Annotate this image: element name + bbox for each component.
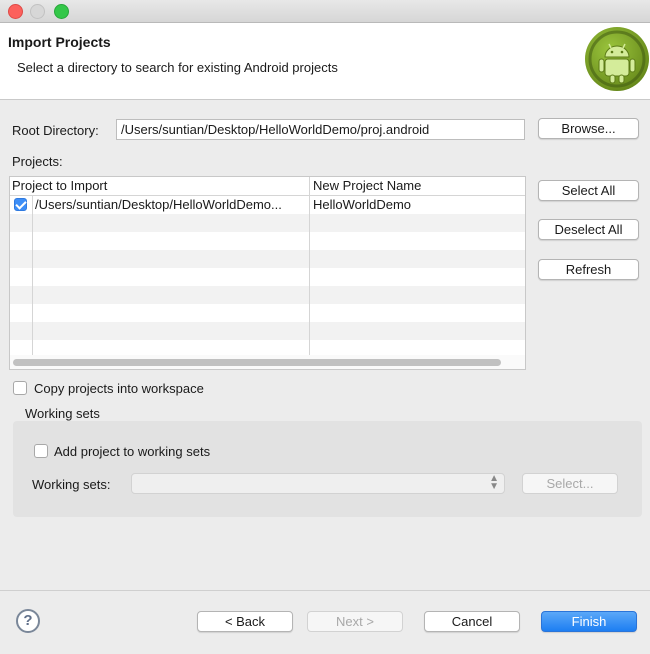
working-sets-combo: ▲ ▼ xyxy=(131,473,505,494)
minimize-window-button[interactable] xyxy=(30,4,45,19)
add-to-working-sets-label[interactable]: Add project to working sets xyxy=(54,444,210,459)
column-project-to-import[interactable]: Project to Import xyxy=(12,178,107,193)
table-row-empty xyxy=(10,286,525,304)
working-sets-group xyxy=(13,421,642,517)
maximize-window-button[interactable] xyxy=(54,4,69,19)
deselect-all-button[interactable]: Deselect All xyxy=(538,219,639,240)
add-to-working-sets-checkbox[interactable] xyxy=(34,444,48,458)
project-path-cell: /Users/suntian/Desktop/HelloWorldDemo... xyxy=(35,197,282,212)
window-titlebar xyxy=(0,0,650,23)
refresh-button[interactable]: Refresh xyxy=(538,259,639,280)
column-separator xyxy=(32,196,33,355)
next-button: Next > xyxy=(307,611,403,632)
table-row-empty xyxy=(10,250,525,268)
table-row-empty xyxy=(10,322,525,340)
up-down-arrows-icon: ▲ ▼ xyxy=(489,473,499,492)
table-header: Project to Import New Project Name xyxy=(10,177,525,196)
wizard-header: Import Projects Select a directory to se… xyxy=(0,23,650,100)
projects-label: Projects: xyxy=(12,154,63,169)
horizontal-scrollbar-thumb[interactable] xyxy=(13,359,501,366)
working-sets-select-button: Select... xyxy=(522,473,618,494)
finish-button[interactable]: Finish xyxy=(541,611,637,632)
table-row-empty xyxy=(10,232,525,250)
table-row-empty xyxy=(10,304,525,322)
projects-table[interactable]: Project to Import New Project Name /User… xyxy=(9,176,526,370)
page-title: Import Projects xyxy=(8,34,111,50)
close-window-button[interactable] xyxy=(8,4,23,19)
project-name-cell[interactable]: HelloWorldDemo xyxy=(313,197,411,212)
page-description: Select a directory to search for existin… xyxy=(17,60,338,75)
row-checkbox[interactable] xyxy=(14,198,27,211)
root-directory-input[interactable]: /Users/suntian/Desktop/HelloWorldDemo/pr… xyxy=(116,119,525,140)
column-new-project-name[interactable]: New Project Name xyxy=(313,178,421,193)
android-logo-icon xyxy=(585,27,649,91)
footer-divider xyxy=(0,590,650,591)
working-sets-field-label: Working sets: xyxy=(32,477,111,492)
table-row-empty xyxy=(10,214,525,232)
help-icon[interactable]: ? xyxy=(16,609,40,633)
back-button[interactable]: < Back xyxy=(197,611,293,632)
copy-projects-checkbox[interactable] xyxy=(13,381,27,395)
table-row[interactable]: /Users/suntian/Desktop/HelloWorldDemo...… xyxy=(10,196,525,214)
copy-projects-label[interactable]: Copy projects into workspace xyxy=(34,381,204,396)
select-all-button[interactable]: Select All xyxy=(538,180,639,201)
table-row-empty xyxy=(10,268,525,286)
root-directory-label: Root Directory: xyxy=(12,123,99,138)
cancel-button[interactable]: Cancel xyxy=(424,611,520,632)
browse-button[interactable]: Browse... xyxy=(538,118,639,139)
column-separator[interactable] xyxy=(309,177,310,355)
working-sets-group-label: Working sets xyxy=(25,406,100,421)
